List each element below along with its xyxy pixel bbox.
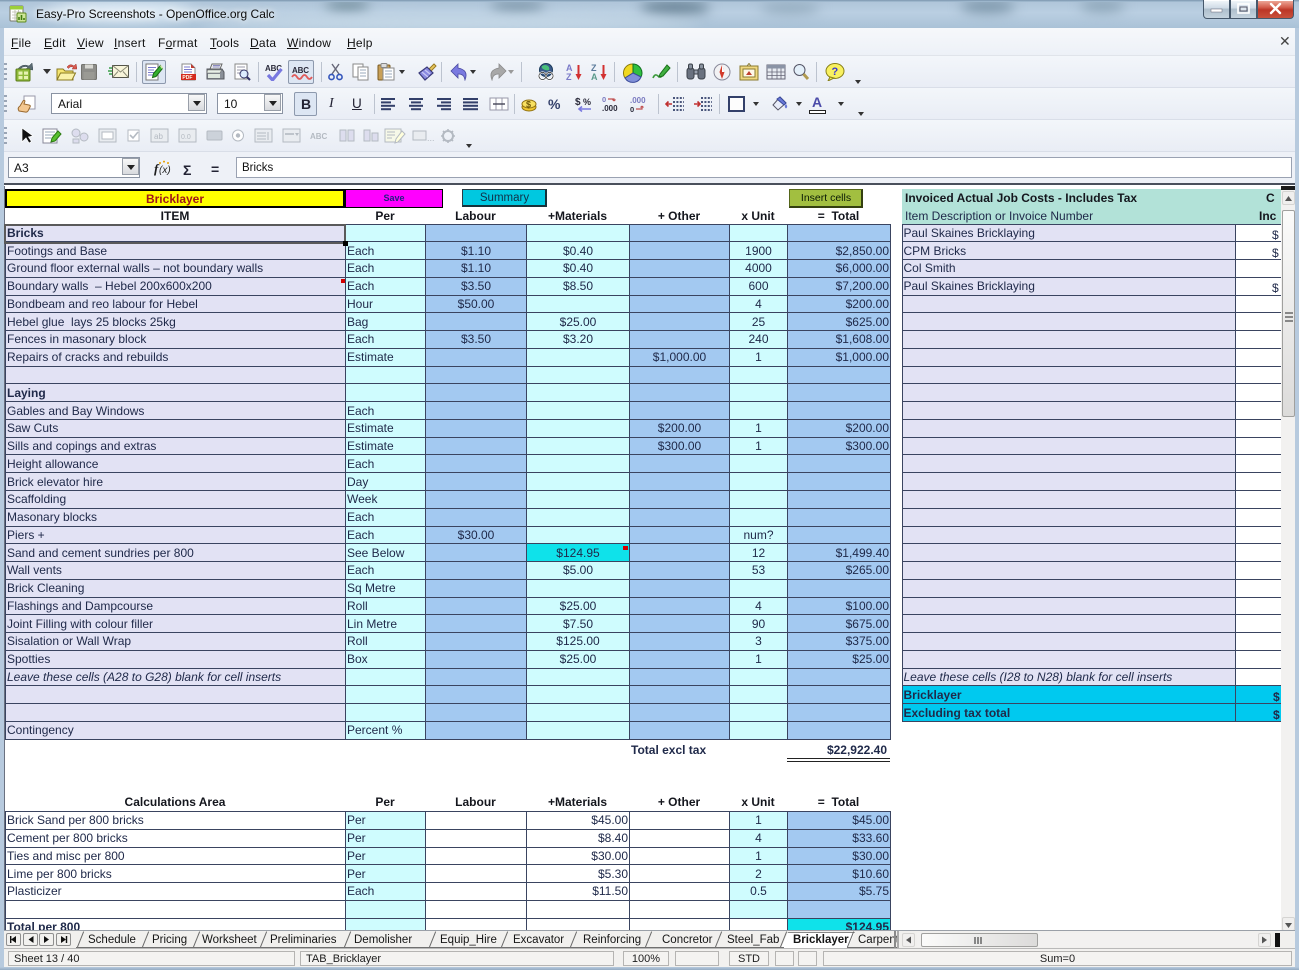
svg-text:0: 0 (630, 105, 634, 113)
svg-text:Z: Z (566, 72, 572, 81)
svg-text:ab: ab (154, 132, 163, 141)
svg-text:%: % (583, 97, 591, 107)
svg-text:ABC: ABC (310, 132, 328, 141)
svg-text:$: $ (526, 100, 531, 110)
svg-text:PDF: PDF (182, 75, 192, 81)
svg-text:...: ... (427, 133, 434, 143)
svg-text:ABC: ABC (292, 66, 309, 75)
svg-text:A: A (591, 72, 598, 81)
svg-text:0: 0 (602, 95, 606, 104)
svg-text:0.0: 0.0 (181, 134, 191, 141)
svg-text:.000: .000 (602, 104, 618, 113)
svg-text:$: $ (575, 97, 581, 108)
svg-text:(x): (x) (159, 165, 171, 176)
svg-text:.000: .000 (630, 96, 646, 105)
svg-text:?: ? (832, 66, 839, 78)
